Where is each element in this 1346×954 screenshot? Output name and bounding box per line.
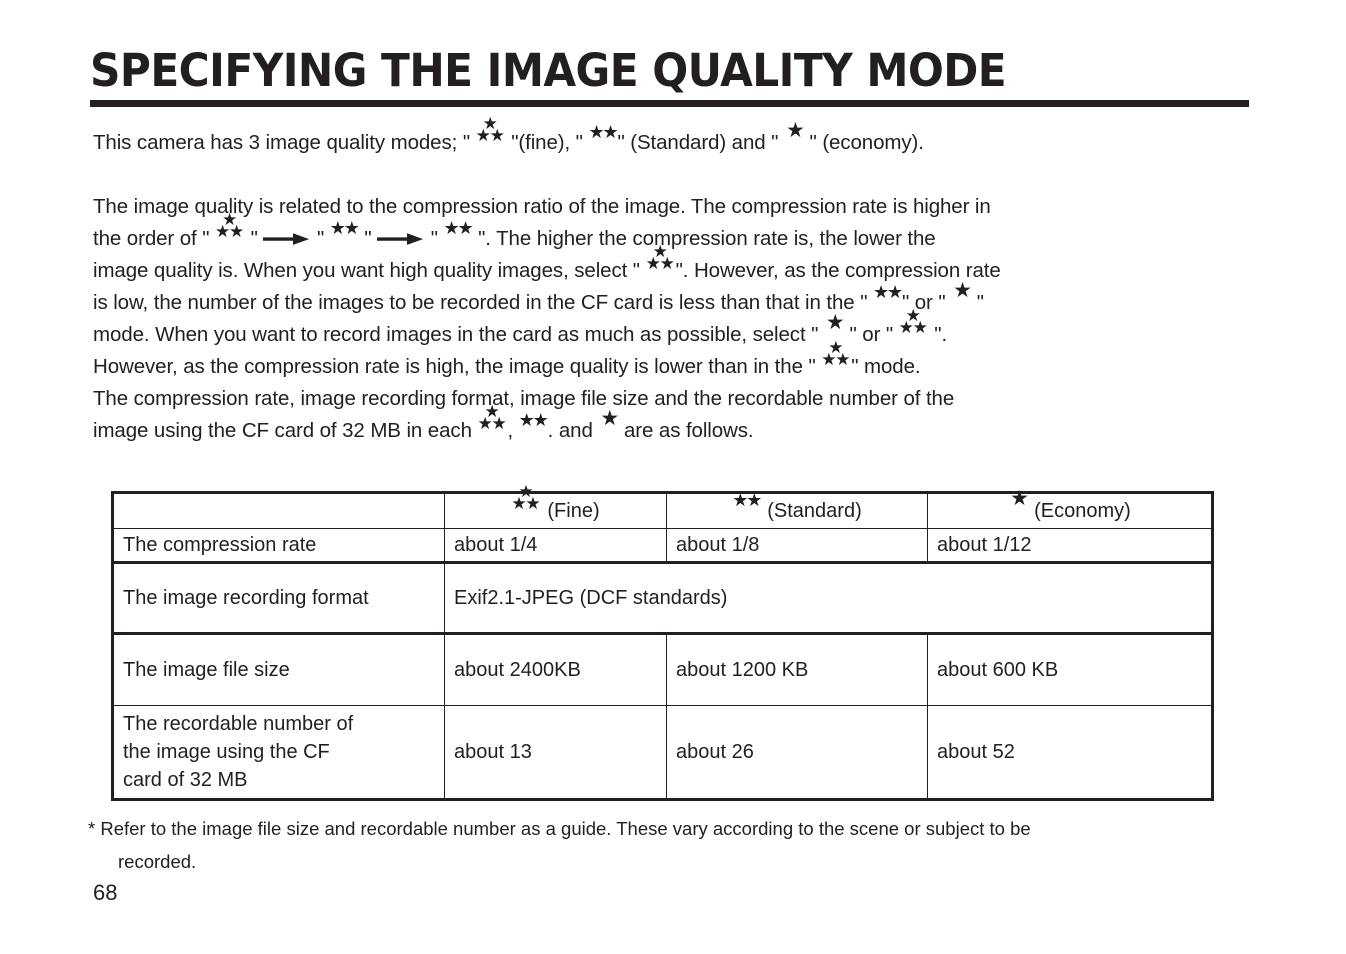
table-header-row: ★ ★ ★ (Fine) ★ ★ (Standard) ★ (Economy) [111, 482, 1214, 529]
detail-line-2-text-a: the order of " [93, 227, 216, 250]
two-star-icon: ★ ★ [443, 218, 474, 238]
detail-line-1: The image quality is related to the comp… [93, 191, 1273, 223]
title-underline-rule [90, 100, 1249, 107]
detail-line-4: is low, the number of the images to be r… [93, 279, 1273, 319]
detail-line-2-text-d: " [358, 227, 378, 250]
three-star-icon: ★ ★ ★ [898, 306, 928, 337]
detail-line-3-text-b: ". However, as the compression rate [675, 259, 1001, 282]
footnote-line-1: * Refer to the image file size and recor… [88, 818, 1031, 839]
footnote-block: * Refer to the image file size and recor… [88, 812, 1288, 878]
detail-line-3-text-a: image quality is. When you want high qua… [93, 259, 646, 282]
table-row-file-size: The image file size about 2400KB about 1… [111, 632, 1214, 706]
three-star-icon: ★ ★ ★ [215, 210, 245, 241]
detail-line-8: image using the CF card of 32 MB in each… [93, 402, 1273, 447]
image-quality-spec-table: ★ ★ ★ (Fine) ★ ★ (Standard) ★ (Economy) The co… [111, 482, 1214, 801]
header-cell-standard: ★ ★ (Standard) [666, 490, 928, 529]
table-row-recording-format: The image recording format Exif2.1-JPEG … [111, 561, 1214, 634]
detail-line-4-text-c: " [971, 291, 984, 314]
detail-line-8-text-c: . and [547, 419, 599, 442]
detail-line-6: However, as the compression rate is high… [93, 338, 1273, 383]
row-label-recordable-number: The recordable number of the image using… [111, 705, 445, 801]
page-title-block: SPECIFYING THE IMAGE QUALITY MODE [90, 46, 1250, 96]
cell-file-size-economy: about 600 KB [927, 632, 1214, 706]
detail-line-5-text-a: mode. When you want to record images in … [93, 323, 824, 346]
detail-line-6-text-a: However, as the compression rate is high… [93, 355, 822, 378]
cell-compression-rate-economy: about 1/12 [927, 528, 1214, 563]
header-cell-blank [111, 491, 445, 529]
detail-paragraph: The image quality is related to the comp… [93, 191, 1273, 447]
detail-line-8-text-d: are as follows. [618, 419, 754, 442]
detail-line-5-text-c: ". [928, 323, 948, 346]
detail-line-2-text-b: " [245, 227, 264, 250]
detail-line-6-text-b: " mode. [851, 355, 921, 378]
detail-line-7-text: The compression rate, image recording fo… [93, 387, 955, 410]
detail-line-2-text-e: " [425, 227, 444, 250]
three-star-icon: ★ ★ ★ [821, 338, 851, 369]
cell-recordable-number-fine: about 13 [444, 705, 667, 801]
cell-recordable-number-standard: about 26 [666, 705, 928, 801]
intro-paragraph: This camera has 3 image quality modes; "… [93, 114, 1273, 159]
cell-file-size-fine: about 2400KB [444, 632, 667, 706]
detail-line-3: image quality is. When you want high qua… [93, 242, 1273, 287]
row-label-recording-format: The image recording format [111, 561, 445, 634]
detail-line-5: mode. When you want to record images in … [93, 306, 1273, 351]
right-arrow-icon [377, 231, 425, 247]
cell-recordable-number-economy: about 52 [927, 705, 1214, 801]
one-star-icon: ★ [785, 119, 805, 142]
detail-line-7: The compression rate, image recording fo… [93, 383, 1273, 415]
three-star-icon: ★ ★ ★ [477, 402, 507, 433]
header-cell-economy: ★ (Economy) [927, 487, 1214, 529]
detail-line-2: the order of " ★ ★ ★ " " ★ ★ " " ★ ★ ". The … [93, 210, 1273, 255]
row-label-line-1: The recordable number of [123, 713, 354, 735]
detail-line-8-text-b: , [507, 419, 519, 442]
right-arrow-icon [263, 231, 311, 247]
row-label-compression-rate: The compression rate [111, 528, 445, 563]
two-star-icon: ★ ★ [329, 218, 360, 238]
two-star-icon: ★ ★ [872, 282, 904, 302]
one-star-icon: ★ [600, 407, 620, 430]
intro-text-3: " (Standard) and " [617, 131, 784, 154]
row-label-line-2: the image using the CF [123, 741, 330, 763]
detail-line-4-text-a: is low, the number of the images to be r… [93, 291, 873, 314]
header-label-economy: (Economy) [1034, 500, 1131, 522]
header-cell-fine: ★ ★ ★ (Fine) [444, 482, 667, 529]
cell-recording-format-value: Exif2.1-JPEG (DCF standards) [444, 561, 1214, 634]
two-star-icon: ★ ★ [588, 122, 619, 142]
three-star-icon: ★ ★ ★ [475, 114, 505, 145]
cell-compression-rate-standard: about 1/8 [666, 528, 928, 563]
two-star-icon: ★ ★ [732, 490, 763, 510]
intro-text-1: This camera has 3 image quality modes; " [93, 131, 476, 154]
page-title: SPECIFYING THE IMAGE QUALITY MODE [90, 44, 1007, 97]
three-star-icon: ★ ★ ★ [511, 482, 541, 513]
page-number: 68 [93, 880, 118, 905]
header-label-fine: (Fine) [547, 500, 600, 522]
table-row-compression-rate: The compression rate about 1/4 about 1/8… [111, 528, 1214, 563]
detail-line-8-text-a: image using the CF card of 32 MB in each [93, 419, 478, 442]
intro-line: This camera has 3 image quality modes; "… [93, 114, 1273, 159]
detail-line-5-text-b: " or " [843, 323, 899, 346]
one-star-icon: ★ [1010, 487, 1029, 510]
document-page: SPECIFYING THE IMAGE QUALITY MODE This c… [0, 0, 1346, 954]
intro-text-4: " (economy). [803, 131, 924, 154]
row-label-line-3: card of 32 MB [123, 769, 248, 791]
three-star-icon: ★ ★ ★ [645, 242, 675, 273]
table-row-recordable-number: The recordable number of the image using… [111, 705, 1214, 801]
detail-line-2-text-f: ". The higher the compression rate is, t… [472, 227, 936, 250]
header-label-standard: (Standard) [767, 500, 862, 522]
cell-compression-rate-fine: about 1/4 [444, 528, 667, 563]
detail-line-2-text-c: " [311, 227, 330, 250]
cell-file-size-standard: about 1200 KB [666, 632, 928, 706]
footnote-line-2: recorded. [118, 851, 197, 872]
intro-text-2: "(fine), " [505, 131, 589, 154]
one-star-icon: ★ [953, 279, 972, 302]
row-label-file-size: The image file size [111, 632, 445, 706]
two-star-icon: ★ ★ [518, 410, 549, 430]
